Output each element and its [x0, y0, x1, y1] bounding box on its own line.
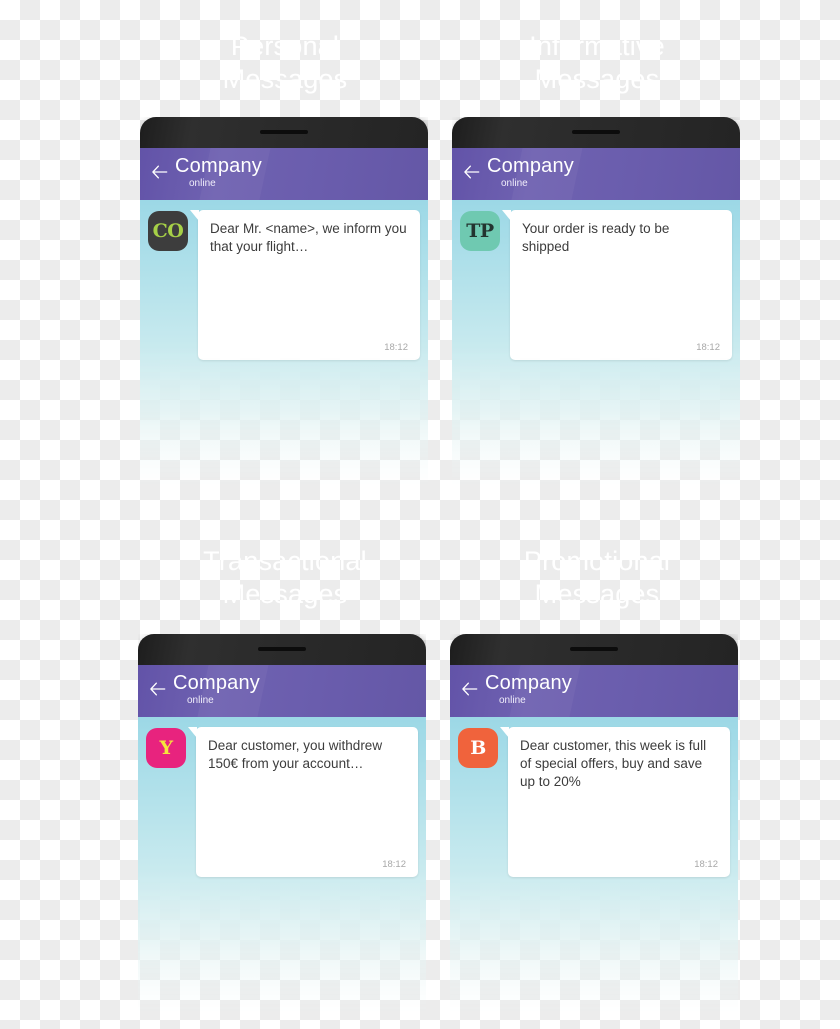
bubble-wrapper: Your order is ready to be shipped 18:12 — [502, 210, 732, 360]
bubble-wrapper: Dear customer, this week is full of spec… — [500, 727, 730, 877]
message-text: Your order is ready to be shipped — [522, 221, 670, 254]
section-title-transactional: Transactional Messages — [203, 546, 367, 609]
contact-status: online — [187, 695, 214, 706]
message-bubble[interactable]: Dear customer, you withdrew 150€ from yo… — [188, 727, 418, 877]
message-text: Dear Mr. <name>, we inform you that your… — [210, 221, 407, 254]
phone-bezel — [138, 634, 426, 665]
sender-avatar[interactable]: TP — [460, 211, 500, 251]
back-arrow-icon[interactable] — [150, 162, 170, 182]
chat-area: TP Your order is ready to be shipped 18:… — [452, 200, 740, 487]
phone-mockup-personal: Company online CO Dear Mr. <name>, we in… — [140, 117, 428, 487]
phone-bezel — [140, 117, 428, 148]
section-title-promotional: Promotional Messages — [523, 546, 671, 609]
phone-bezel — [450, 634, 738, 665]
message-row: Y Dear customer, you withdrew 150€ from … — [146, 727, 418, 877]
bubble-wrapper: Dear Mr. <name>, we inform you that your… — [190, 210, 420, 360]
chat-app-header: Company online — [452, 148, 740, 200]
chat-app-header: Company online — [140, 148, 428, 200]
phone-mockup-transactional: Company online Y Dear customer, you with… — [138, 634, 426, 1014]
header-text-block: Company online — [173, 671, 260, 707]
message-timestamp: 18:12 — [694, 859, 718, 870]
phone-mockup-informative: Company online TP Your order is ready to… — [452, 117, 740, 487]
chat-app-header: Company online — [450, 665, 738, 717]
back-arrow-icon[interactable] — [460, 679, 480, 699]
back-arrow-icon[interactable] — [462, 162, 482, 182]
contact-name: Company — [175, 155, 262, 177]
speaker-grille-icon — [258, 647, 306, 651]
contact-status: online — [189, 178, 216, 189]
speaker-grille-icon — [572, 130, 620, 134]
contact-name: Company — [485, 672, 572, 694]
chat-area: Y Dear customer, you withdrew 150€ from … — [138, 717, 426, 1014]
message-bubble[interactable]: Dear customer, this week is full of spec… — [500, 727, 730, 877]
bubble-wrapper: Dear customer, you withdrew 150€ from yo… — [188, 727, 418, 877]
header-text-block: Company online — [175, 154, 262, 190]
phone-mockup-promotional: Company online B Dear customer, this wee… — [450, 634, 738, 1014]
phone-bezel — [452, 117, 740, 148]
chat-app-header: Company online — [138, 665, 426, 717]
message-bubble[interactable]: Your order is ready to be shipped 18:12 — [502, 210, 732, 360]
message-text: Dear customer, you withdrew 150€ from yo… — [208, 738, 383, 771]
contact-name: Company — [487, 155, 574, 177]
message-row: B Dear customer, this week is full of sp… — [458, 727, 730, 877]
speaker-grille-icon — [570, 647, 618, 651]
message-bubble[interactable]: Dear Mr. <name>, we inform you that your… — [190, 210, 420, 360]
contact-name: Company — [173, 672, 260, 694]
contact-status: online — [501, 178, 528, 189]
message-row: CO Dear Mr. <name>, we inform you that y… — [148, 210, 420, 360]
message-timestamp: 18:12 — [696, 342, 720, 353]
chat-area: B Dear customer, this week is full of sp… — [450, 717, 738, 1014]
chat-area: CO Dear Mr. <name>, we inform you that y… — [140, 200, 428, 487]
section-title-personal: Personal Messages — [222, 31, 348, 94]
message-row: TP Your order is ready to be shipped 18:… — [460, 210, 732, 360]
sender-avatar[interactable]: CO — [148, 211, 188, 251]
message-timestamp: 18:12 — [384, 342, 408, 353]
back-arrow-icon[interactable] — [148, 679, 168, 699]
header-text-block: Company online — [485, 671, 572, 707]
speaker-grille-icon — [260, 130, 308, 134]
message-text: Dear customer, this week is full of spec… — [520, 738, 707, 789]
contact-status: online — [499, 695, 526, 706]
header-text-block: Company online — [487, 154, 574, 190]
message-timestamp: 18:12 — [382, 859, 406, 870]
poster-canvas: Personal Messages Informative Messages Tra… — [0, 0, 840, 1029]
section-title-informative: Informative Messages — [529, 31, 665, 94]
sender-avatar[interactable]: B — [458, 728, 498, 768]
sender-avatar[interactable]: Y — [146, 728, 186, 768]
